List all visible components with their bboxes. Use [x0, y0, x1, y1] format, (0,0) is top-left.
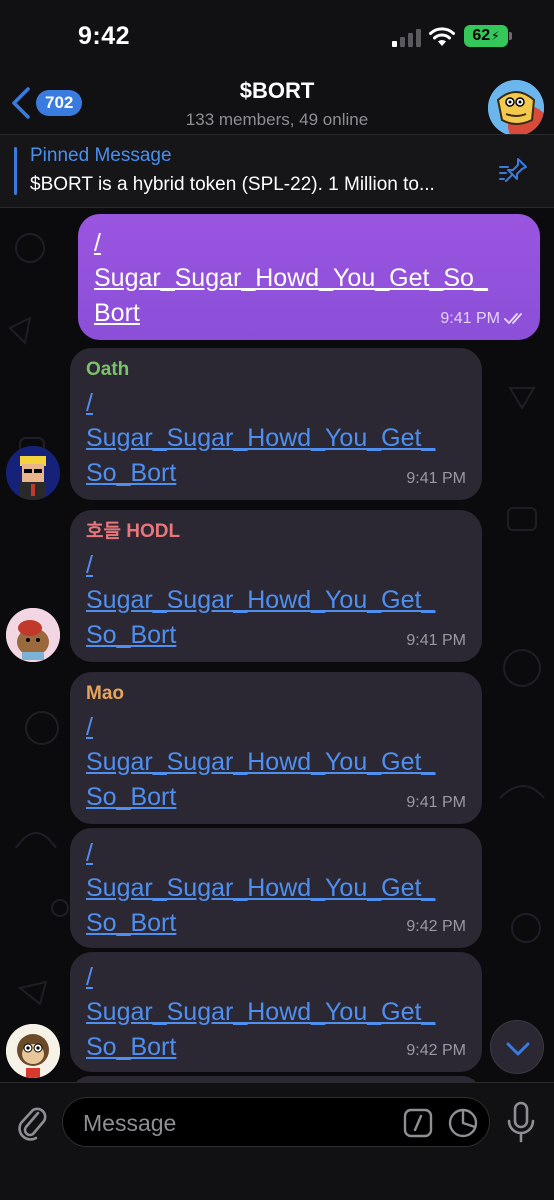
message-time: 9:41 PM [406, 470, 466, 487]
message-placeholder: Message [83, 1110, 177, 1136]
cellular-signal-icon [392, 29, 421, 47]
message-list[interactable]: / Sugar_Sugar_Howd_You_Get_So_ Bort 9:41… [0, 208, 554, 1082]
message-input-bar: Message [0, 1082, 554, 1200]
chat-title[interactable]: $BORT [0, 78, 554, 104]
avatar-oath[interactable] [6, 446, 60, 500]
pinned-text: $BORT is a hybrid token (SPL-22). 1 Mill… [30, 174, 435, 195]
message-time: 9:41 PM [406, 632, 466, 649]
status-bar: 9:42 62 ⚡ [0, 0, 554, 72]
sender-name[interactable]: 호들 HODL [86, 520, 476, 544]
incoming-message[interactable]: / Sugar_Sugar_Howd_You_Get_ So_Bort 9:42… [70, 828, 482, 948]
sticker-icon[interactable] [447, 1107, 479, 1139]
outgoing-message[interactable]: / Sugar_Sugar_Howd_You_Get_So_ Bort 9:41… [78, 214, 540, 340]
avatar-monkey[interactable] [6, 1024, 60, 1078]
chevron-down-icon [506, 1042, 530, 1056]
pixel-avatar-art [6, 446, 60, 500]
sender-name[interactable]: Oath [86, 358, 476, 382]
bot-commands-icon[interactable] [403, 1108, 433, 1138]
pinned-message-bar[interactable]: Pinned Message $BORT is a hybrid token (… [0, 134, 554, 208]
microphone-icon[interactable] [506, 1101, 536, 1143]
paperclip-icon[interactable] [14, 1101, 48, 1141]
group-avatar[interactable] [488, 80, 544, 136]
scroll-to-bottom-button[interactable] [490, 1020, 544, 1074]
battery-nub [509, 32, 512, 40]
incoming-message[interactable]: Mao / Sugar_Sugar_Howd_You_Get_ So_Bort … [70, 672, 482, 824]
chat-header: 702 $BORT 133 members, 49 online [0, 72, 554, 136]
battery-level: 62 [472, 27, 491, 44]
battery-indicator: 62 ⚡ [464, 25, 508, 47]
status-time: 9:42 [78, 22, 131, 50]
message-time: 9:42 PM [406, 1042, 466, 1059]
chat-subtitle: 133 members, 49 online [185, 110, 369, 129]
message-time: 9:41 PM [406, 794, 466, 811]
pinned-list-icon[interactable] [498, 155, 532, 185]
double-check-read-icon [504, 313, 522, 325]
message-time: 9:41 PM [440, 310, 500, 327]
capybara-avatar-art [6, 608, 60, 662]
incoming-message[interactable]: Oath / Sugar_Sugar_Howd_You_Get_ So_Bort… [70, 348, 482, 500]
sender-name[interactable]: Mao [86, 682, 476, 706]
pinned-indicator [14, 147, 17, 195]
pinned-title: Pinned Message [30, 145, 172, 166]
wifi-icon [429, 27, 455, 46]
incoming-message[interactable]: / Sugar_Sugar_Howd_You_Get_ So_Bort 9:42… [70, 952, 482, 1072]
message-time: 9:42 PM [406, 918, 466, 935]
bort-avatar-art [488, 80, 544, 136]
incoming-message[interactable]: 호들 HODL / Sugar_Sugar_Howd_You_Get_ So_B… [70, 510, 482, 662]
message-input[interactable]: Message [62, 1097, 490, 1147]
avatar-hodl[interactable] [6, 608, 60, 662]
charging-bolt-icon: ⚡ [491, 29, 500, 43]
monkey-avatar-art [6, 1024, 60, 1078]
